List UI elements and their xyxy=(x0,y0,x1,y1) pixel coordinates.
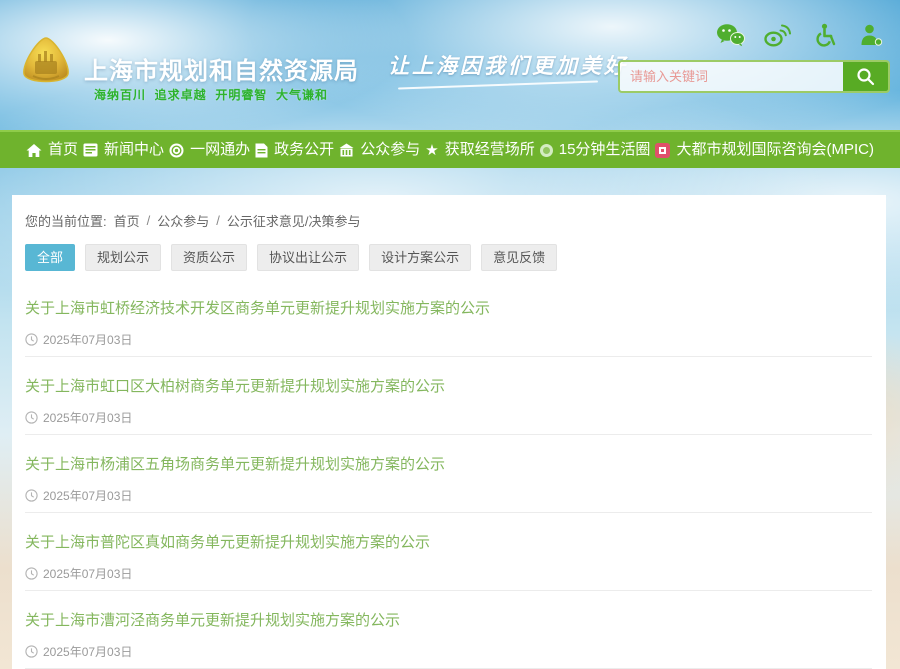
notice-date: 2025年07月03日 xyxy=(43,487,132,504)
weibo-icon[interactable] xyxy=(762,22,792,48)
breadcrumb-prefix: 您的当前位置: xyxy=(25,211,107,230)
nav-label: 首页 xyxy=(48,132,78,168)
home-icon xyxy=(26,143,42,158)
notice-meta: 2025年07月03日 xyxy=(25,331,872,348)
nav-label: 新闻中心 xyxy=(104,132,164,168)
nav-item-gov-info[interactable]: 政务公开 xyxy=(255,132,334,168)
list-item: 关于上海市杨浦区五角场商务单元更新提升规划实施方案的公示 2025年07月03日 xyxy=(25,435,872,513)
notice-title[interactable]: 关于上海市虹口区大柏树商务单元更新提升规划实施方案的公示 xyxy=(25,377,445,397)
nav-item-news[interactable]: 新闻中心 xyxy=(83,132,164,168)
wechat-icon[interactable] xyxy=(715,22,745,48)
script-slogan-underline xyxy=(398,81,598,90)
breadcrumb-home[interactable]: 首页 xyxy=(114,211,140,230)
mpic-badge-icon xyxy=(655,143,670,158)
nav-item-mpic[interactable]: 大都市规划国际咨询会(MPIC) xyxy=(655,132,874,168)
tab-planning-notice[interactable]: 规划公示 xyxy=(85,244,161,271)
nav-item-home[interactable]: 首页 xyxy=(26,132,78,168)
tab-qualification-notice[interactable]: 资质公示 xyxy=(171,244,247,271)
nav-label: 一网通办 xyxy=(190,132,250,168)
notice-title[interactable]: 关于上海市杨浦区五角场商务单元更新提升规划实施方案的公示 xyxy=(25,455,445,475)
nav-item-business-location[interactable]: ★ 获取经营场所 xyxy=(425,132,534,168)
clock-icon xyxy=(25,411,38,424)
list-item: 关于上海市漕河泾商务单元更新提升规划实施方案的公示 2025年07月03日 xyxy=(25,591,872,669)
bureau-logo[interactable] xyxy=(16,34,76,94)
city-spirit-slogan: 海纳百川 追求卓越 开明睿智 大气谦和 xyxy=(94,86,328,103)
nav-item-15min-circle[interactable]: 15分钟生活圈 xyxy=(540,132,651,168)
breadcrumb-current[interactable]: 公示征求意见/决策参与 xyxy=(227,211,361,230)
tab-all[interactable]: 全部 xyxy=(25,244,75,271)
nav-label: 15分钟生活圈 xyxy=(559,132,651,168)
document-icon xyxy=(255,143,268,158)
nav-label: 政务公开 xyxy=(274,132,334,168)
notice-date: 2025年07月03日 xyxy=(43,409,132,426)
site-title: 上海市规划和自然资源局 xyxy=(84,51,359,86)
tab-agreement-transfer[interactable]: 协议出让公示 xyxy=(257,244,359,271)
search-bar xyxy=(618,60,890,93)
filter-tabs: 全部 规划公示 资质公示 协议出让公示 设计方案公示 意见反馈 xyxy=(25,244,872,271)
nav-label: 大都市规划国际咨询会(MPIC) xyxy=(676,132,874,168)
clock-icon xyxy=(25,333,38,346)
notice-meta: 2025年07月03日 xyxy=(25,487,872,504)
tab-feedback[interactable]: 意见反馈 xyxy=(481,244,557,271)
clock-icon xyxy=(25,645,38,658)
notice-title[interactable]: 关于上海市漕河泾商务单元更新提升规划实施方案的公示 xyxy=(25,611,400,631)
ring-icon xyxy=(540,144,553,157)
main-nav: 首页 新闻中心 一网通办 政务公开 xyxy=(0,130,900,168)
quick-links xyxy=(715,22,886,48)
news-icon xyxy=(83,143,98,157)
building-icon xyxy=(339,143,354,157)
notice-meta: 2025年07月03日 xyxy=(25,643,872,660)
list-item: 关于上海市虹口区大柏树商务单元更新提升规划实施方案的公示 2025年07月03日 xyxy=(25,357,872,435)
nav-label: 公众参与 xyxy=(360,132,420,168)
star-icon: ★ xyxy=(425,143,438,158)
nav-label: 获取经营场所 xyxy=(445,132,535,168)
list-item: 关于上海市普陀区真如商务单元更新提升规划实施方案的公示 2025年07月03日 xyxy=(25,513,872,591)
content-card: 您的当前位置: 首页 / 公众参与 / 公示征求意见/决策参与 全部 规划公示 … xyxy=(12,195,886,669)
clock-icon xyxy=(25,567,38,580)
nav-item-service[interactable]: 一网通办 xyxy=(169,132,250,168)
search-button[interactable] xyxy=(843,62,888,91)
script-slogan: 让上海因我们更加美好 xyxy=(388,50,628,80)
user-icon[interactable] xyxy=(856,22,886,48)
breadcrumb-participation[interactable]: 公众参与 xyxy=(157,211,209,230)
notice-title[interactable]: 关于上海市普陀区真如商务单元更新提升规划实施方案的公示 xyxy=(25,533,430,553)
breadcrumb-separator: / xyxy=(216,213,220,228)
search-icon xyxy=(856,67,875,86)
notice-date: 2025年07月03日 xyxy=(43,643,132,660)
notice-date: 2025年07月03日 xyxy=(43,331,132,348)
tab-design-scheme[interactable]: 设计方案公示 xyxy=(369,244,471,271)
nav-item-participation[interactable]: 公众参与 xyxy=(339,132,420,168)
breadcrumb-separator: / xyxy=(147,213,151,228)
list-item: 关于上海市虹桥经济技术开发区商务单元更新提升规划实施方案的公示 2025年07月… xyxy=(25,279,872,357)
notice-meta: 2025年07月03日 xyxy=(25,409,872,426)
notice-date: 2025年07月03日 xyxy=(43,565,132,582)
clock-icon xyxy=(25,489,38,502)
service-icon xyxy=(169,143,184,158)
breadcrumb: 您的当前位置: 首页 / 公众参与 / 公示征求意见/决策参与 xyxy=(25,211,872,230)
accessibility-icon[interactable] xyxy=(809,22,839,48)
header-banner: 上海市规划和自然资源局 海纳百川 追求卓越 开明睿智 大气谦和 让上海因我们更加… xyxy=(0,0,900,130)
notice-list: 关于上海市虹桥经济技术开发区商务单元更新提升规划实施方案的公示 2025年07月… xyxy=(25,279,872,669)
search-input[interactable] xyxy=(620,62,843,91)
notice-meta: 2025年07月03日 xyxy=(25,565,872,582)
notice-title[interactable]: 关于上海市虹桥经济技术开发区商务单元更新提升规划实施方案的公示 xyxy=(25,299,490,319)
